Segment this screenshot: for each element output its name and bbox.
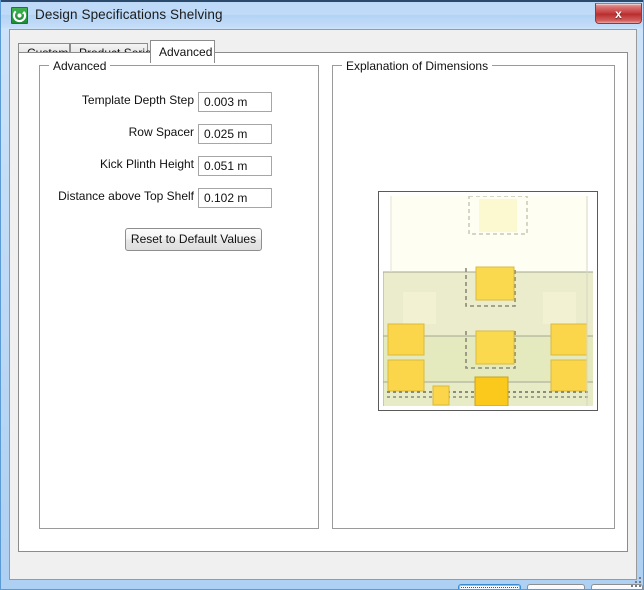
label-kick-plinth-height: Kick Plinth Height (99, 157, 194, 171)
resize-grip[interactable] (628, 574, 641, 587)
close-icon: x (615, 7, 622, 21)
explanation-groupbox-title: Explanation of Dimensions (342, 59, 493, 73)
tab-page-advanced: Advanced Template Depth Step Row Spacer … (18, 52, 628, 552)
cancel-button[interactable]: Cancel (527, 584, 585, 589)
dialog-window: Design Specifications Shelving x Custom … (0, 0, 644, 590)
label-distance-above-top-shelf: Distance above Top Shelf (58, 189, 194, 203)
advanced-groupbox-title: Advanced (49, 59, 111, 73)
ok-button[interactable]: OK (458, 584, 521, 589)
input-kick-plinth-height[interactable] (198, 156, 272, 176)
label-template-depth-step: Template Depth Step (81, 93, 194, 107)
input-template-depth-step[interactable] (198, 92, 272, 112)
field-row-row-spacer: Row Spacer (40, 124, 272, 144)
field-row-template-depth-step: Template Depth Step (40, 92, 272, 112)
explanation-groupbox: Explanation of Dimensions (332, 59, 615, 529)
advanced-groupbox: Advanced Template Depth Step Row Spacer … (39, 59, 319, 529)
tab-advanced[interactable]: Advanced (150, 40, 215, 63)
shelving-dimensions-diagram (383, 196, 593, 406)
app-spiral-icon (11, 7, 28, 24)
reset-to-default-values-button[interactable]: Reset to Default Values (125, 228, 262, 251)
field-row-kick-plinth-height: Kick Plinth Height (40, 156, 272, 176)
input-distance-above-top-shelf[interactable] (198, 188, 272, 208)
close-button[interactable]: x (595, 3, 642, 24)
dialog-client-area: Custom Product Series Advanced Advanced … (9, 29, 643, 589)
title-bar[interactable]: Design Specifications Shelving x (1, 0, 643, 28)
input-row-spacer[interactable] (198, 124, 272, 144)
dimensions-diagram-frame (378, 191, 598, 411)
window-title: Design Specifications Shelving (35, 7, 223, 22)
label-row-spacer: Row Spacer (128, 125, 194, 139)
field-row-distance-above-top-shelf: Distance above Top Shelf (40, 188, 272, 208)
